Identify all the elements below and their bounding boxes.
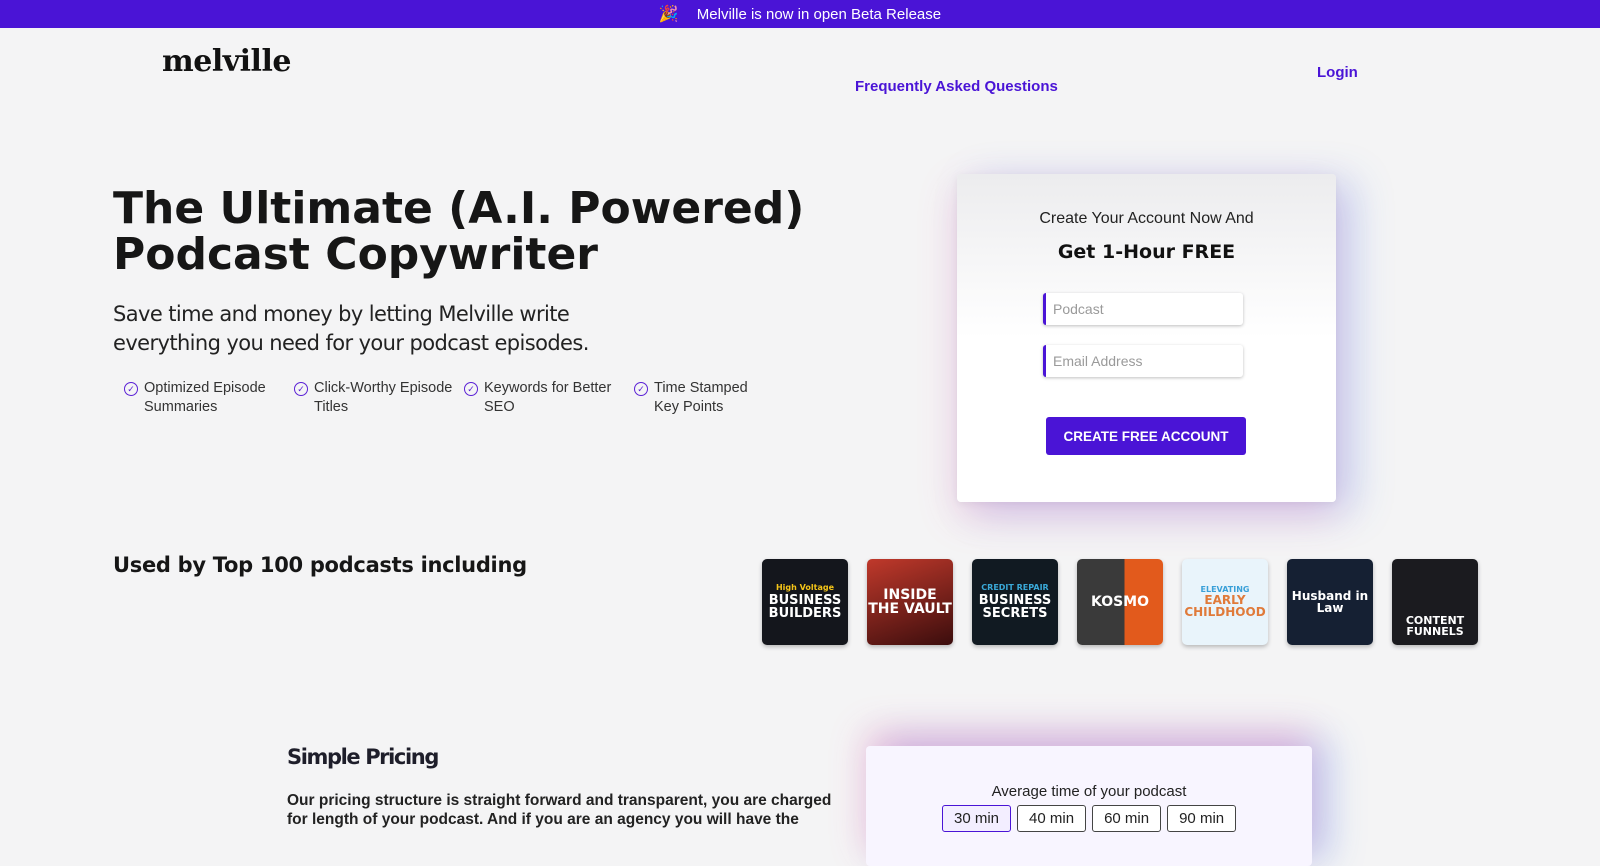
create-account-button[interactable]: CREATE FREE ACCOUNT xyxy=(1046,417,1246,455)
duration-30-button[interactable]: 30 min xyxy=(942,805,1012,832)
duration-60-button[interactable]: 60 min xyxy=(1092,805,1162,832)
hero-subtitle: Save time and money by letting Melville … xyxy=(113,302,589,355)
feature-label: Keywords for Better SEO xyxy=(484,380,612,415)
podcast-cover-elevating-early-childhood: ELEVATING EARLY CHILDHOOD xyxy=(1182,559,1268,645)
nav-faq-link[interactable]: Frequently Asked Questions xyxy=(855,78,1058,95)
pricing-calculator-card: Average time of your podcast 30 min 40 m… xyxy=(866,746,1312,866)
banner-text: Melville is now in open Beta Release xyxy=(696,5,942,23)
pricing-title: Simple Pricing xyxy=(287,745,439,769)
feature-item: ✓ Optimized Episode Summaries xyxy=(124,379,294,417)
feature-label: Time Stamped Key Points xyxy=(654,380,748,415)
podcast-cover-inside-the-vault: INSIDE THE VAULT xyxy=(867,559,953,645)
podcast-cover-business-builders: High Voltage BUSINESS BUILDERS xyxy=(762,559,848,645)
podcast-input[interactable] xyxy=(1043,293,1243,325)
feature-item: ✓ Click-Worthy Episode Titles xyxy=(294,379,464,417)
duration-40-button[interactable]: 40 min xyxy=(1017,805,1087,832)
check-circle-icon: ✓ xyxy=(634,382,648,396)
email-input[interactable] xyxy=(1043,345,1243,377)
podcast-cover-business-secrets: CREDIT REPAIR BUSINESS SECRETS xyxy=(972,559,1058,645)
signup-card: Create Your Account Now And Get 1-Hour F… xyxy=(957,174,1336,502)
podcast-logos: High Voltage BUSINESS BUILDERS INSIDE TH… xyxy=(762,559,1478,645)
hero-title: The Ultimate (A.I. Powered) Podcast Copy… xyxy=(113,183,805,280)
party-popper-icon: 🎉 xyxy=(658,6,679,23)
melville-logo[interactable]: melville xyxy=(162,44,291,79)
feature-item: ✓ Time Stamped Key Points xyxy=(634,379,774,417)
feature-label: Click-Worthy Episode Titles xyxy=(314,380,453,415)
duration-90-button[interactable]: 90 min xyxy=(1167,805,1237,832)
podcast-cover-husband-in-law: Husband in Law xyxy=(1287,559,1373,645)
nav-login-link[interactable]: Login xyxy=(1317,64,1358,81)
signup-heading: Create Your Account Now And xyxy=(1039,210,1254,227)
podcast-cover-kosmo: KOSMO xyxy=(1077,559,1163,645)
podcast-cover-content-funnels: CONTENT FUNNELS xyxy=(1392,559,1478,645)
feature-label: Optimized Episode Summaries xyxy=(144,380,266,415)
pricing-description: Our pricing structure is straight forwar… xyxy=(287,792,832,828)
duration-options: 30 min 40 min 60 min 90 min xyxy=(942,805,1237,832)
feature-item: ✓ Keywords for Better SEO xyxy=(464,379,634,417)
check-circle-icon: ✓ xyxy=(124,382,138,396)
announcement-banner: 🎉 Melville is now in open Beta Release xyxy=(0,0,1600,28)
check-circle-icon: ✓ xyxy=(464,382,478,396)
feature-list: ✓ Optimized Episode Summaries ✓ Click-Wo… xyxy=(124,379,774,417)
duration-question: Average time of your podcast xyxy=(991,783,1187,800)
signup-offer: Get 1-Hour FREE xyxy=(1057,241,1236,263)
check-circle-icon: ✓ xyxy=(294,382,308,396)
used-by-title: Used by Top 100 podcasts including xyxy=(113,553,527,577)
